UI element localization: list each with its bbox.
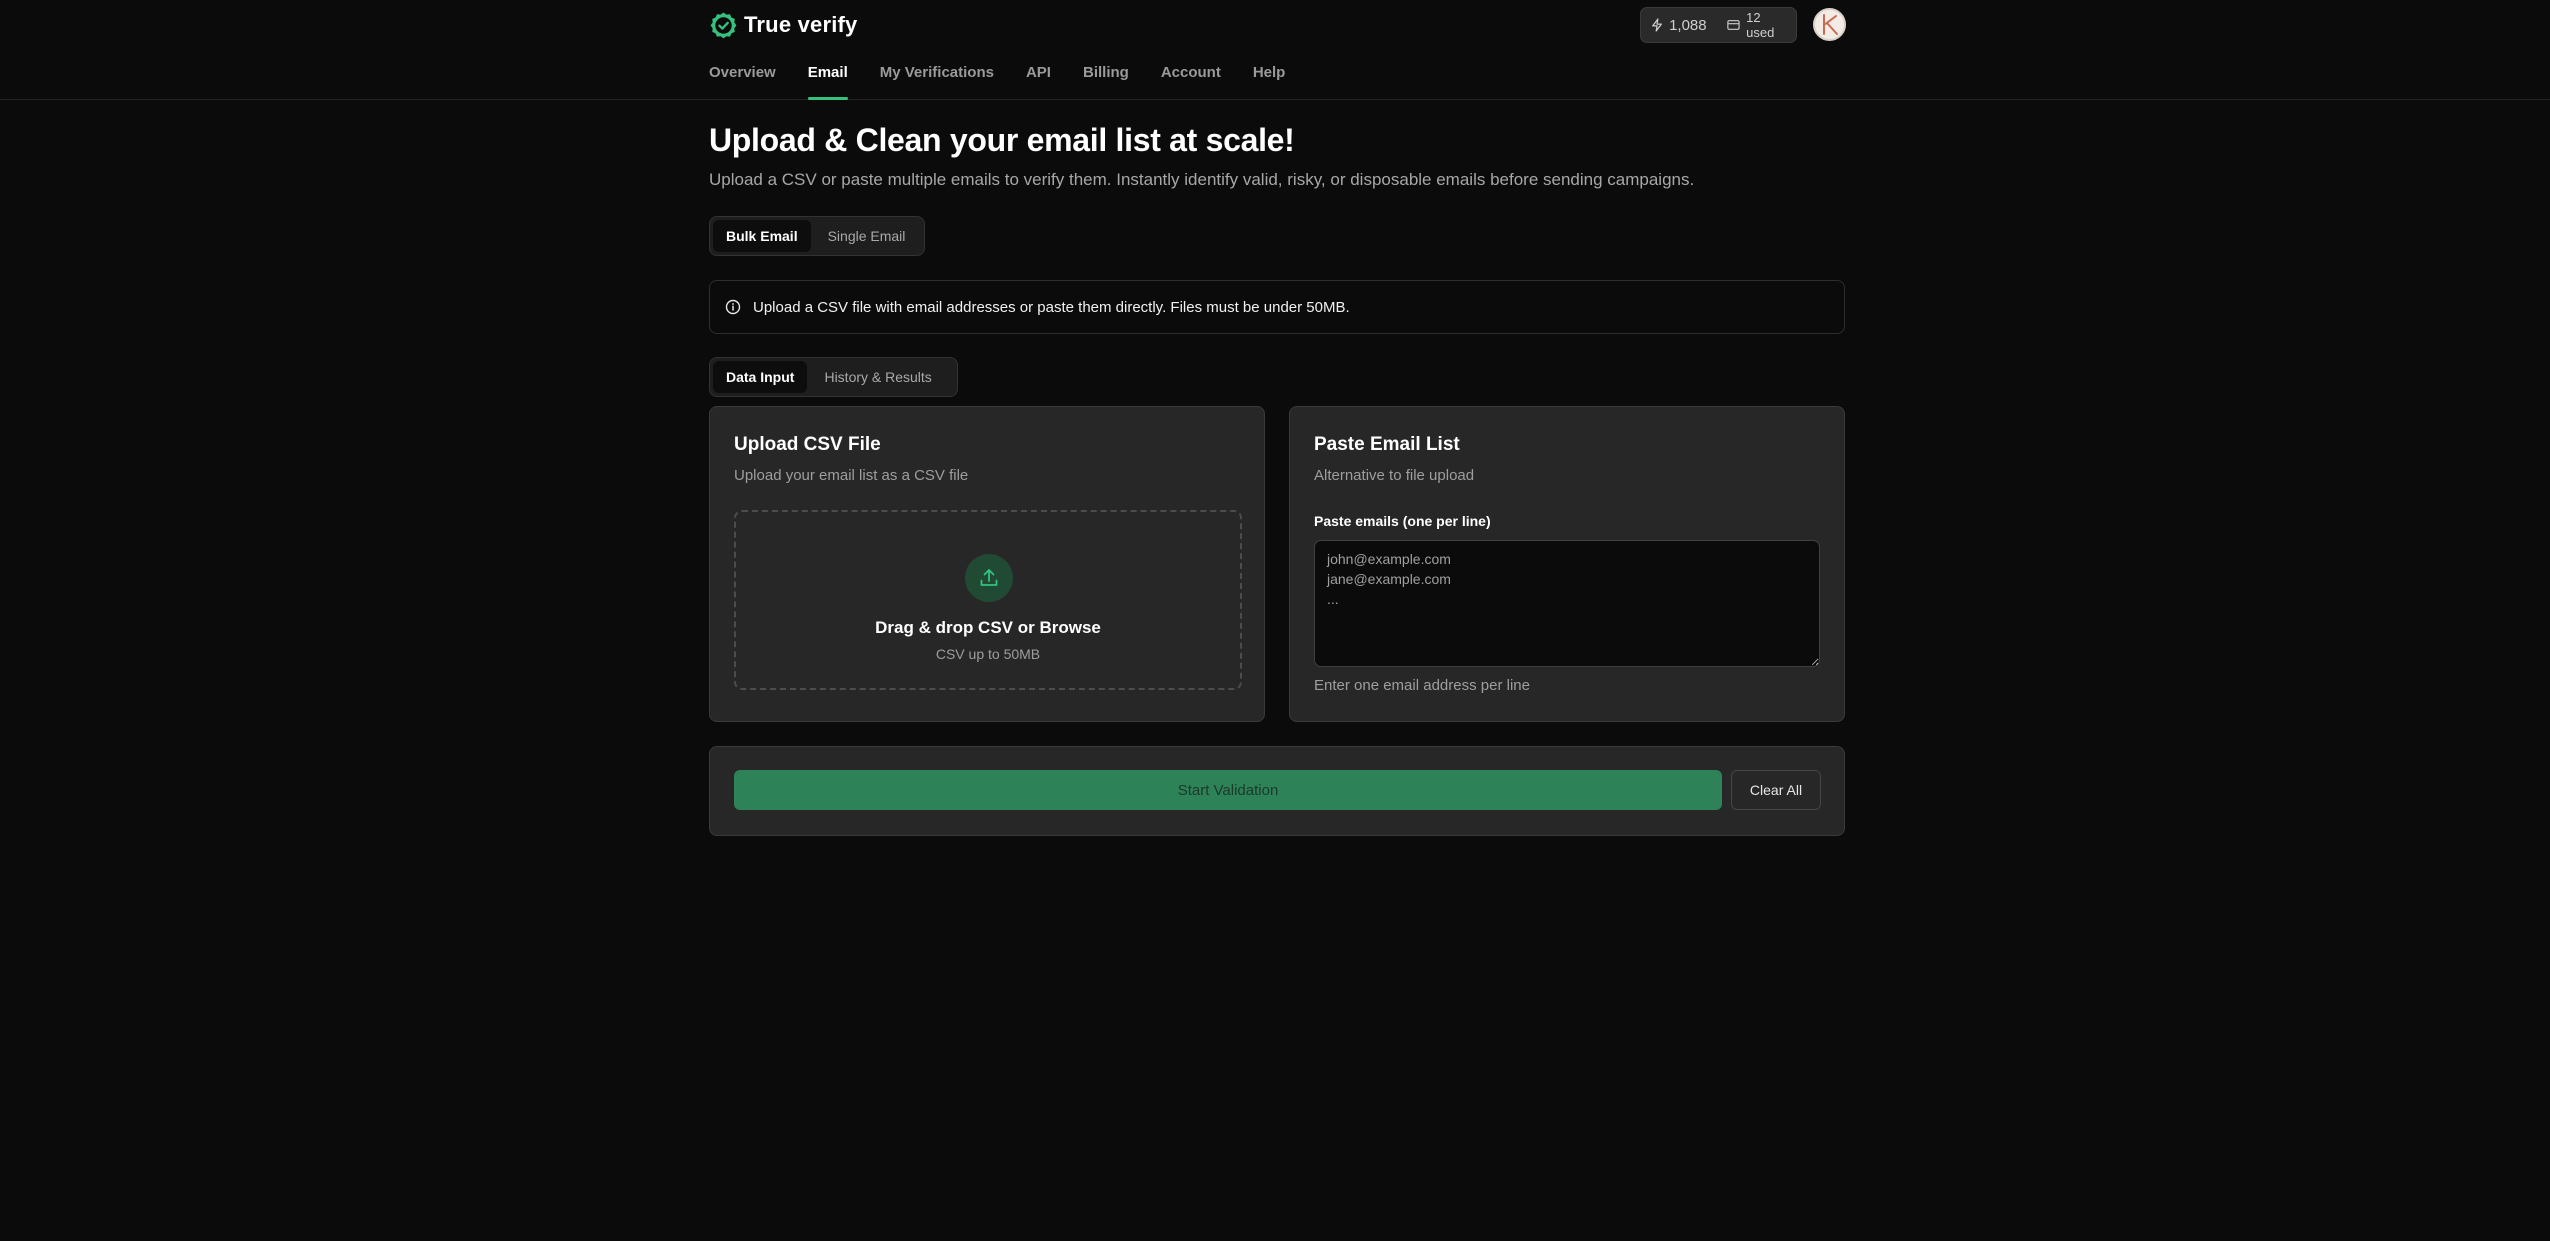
info-notice: Upload a CSV file with email addresses o… [709, 280, 1845, 334]
paste-emails-label: Paste emails (one per line) [1314, 513, 1491, 529]
paste-card-title: Paste Email List [1314, 434, 1460, 455]
dropzone-subtitle: CSV up to 50MB [935, 646, 1041, 662]
upload-card: Upload CSV File Upload your email list a… [709, 406, 1265, 722]
paste-emails-textarea[interactable] [1314, 540, 1820, 667]
start-validation-button[interactable]: Start Validation [734, 770, 1722, 810]
paste-emails-help: Enter one email address per line [1314, 677, 1530, 694]
info-icon [725, 299, 741, 315]
actions-bar: Start Validation Clear All [709, 746, 1845, 836]
usage-text: 12 used [1746, 10, 1775, 40]
mode-tabs: Bulk Email Single Email [709, 216, 925, 256]
nav-account[interactable]: Account [1161, 64, 1221, 100]
paste-card: Paste Email List Alternative to file upl… [1289, 406, 1845, 722]
tab-bulk-email[interactable]: Bulk Email [713, 220, 811, 252]
nav-overview[interactable]: Overview [709, 64, 776, 100]
avatar-image [1823, 14, 1838, 35]
card-icon [1727, 20, 1740, 30]
dropzone-title: Drag & drop CSV or Browse [875, 618, 1101, 637]
nav-email[interactable]: Email [807, 64, 848, 100]
csv-dropzone[interactable]: Drag & drop CSV or Browse CSV up to 50MB [734, 510, 1242, 690]
nav-help[interactable]: Help [1253, 64, 1286, 100]
upload-icon [980, 569, 998, 586]
notice-text: Upload a CSV file with email addresses o… [753, 298, 1350, 316]
nav-my-verifications[interactable]: My Verifications [880, 64, 994, 100]
upload-icon-badge [965, 554, 1013, 602]
check-badge-icon [710, 11, 737, 38]
nav-billing[interactable]: Billing [1083, 64, 1129, 100]
brand-logo[interactable]: True verify [709, 10, 857, 40]
brand-name: True verify [744, 12, 858, 37]
paste-card-subtitle: Alternative to file upload [1314, 467, 1475, 484]
tab-single-email[interactable]: Single Email [815, 220, 919, 252]
input-tabs: Data Input History & Results [709, 357, 958, 397]
lightning-icon [1652, 18, 1662, 32]
upload-card-title: Upload CSV File [734, 434, 881, 455]
tab-history-results[interactable]: History & Results [811, 361, 944, 393]
upload-card-subtitle: Upload your email list as a CSV file [734, 467, 969, 484]
nav-api[interactable]: API [1026, 64, 1051, 100]
user-avatar[interactable] [1813, 8, 1846, 41]
tab-data-input[interactable]: Data Input [713, 361, 808, 393]
main-nav: Overview Email My Verifications API Bill… [709, 64, 1285, 100]
credits-value: 1,088 [1669, 16, 1707, 34]
page-title: Upload & Clean your email list at scale! [709, 122, 1295, 158]
credits-badge[interactable]: 1,088 12 used [1640, 7, 1797, 43]
page-subtitle: Upload a CSV or paste multiple emails to… [709, 170, 1695, 189]
clear-all-button[interactable]: Clear All [1731, 770, 1821, 810]
